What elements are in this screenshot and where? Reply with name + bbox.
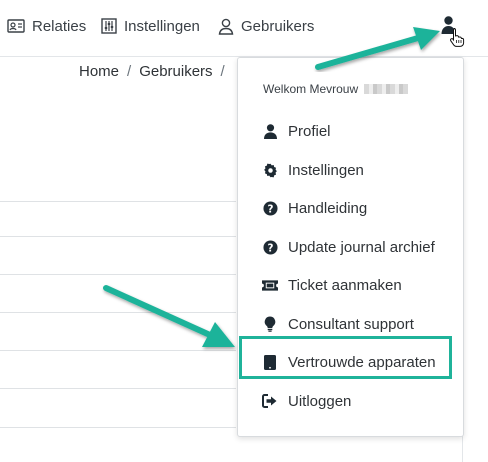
table-row-divider [0,350,236,351]
tablet-icon [262,354,278,370]
ticket-icon [262,277,278,293]
lightbulb-icon [262,316,278,332]
top-navigation: Relaties Instellingen Gebruikers [0,0,488,57]
welcome-text: Welkom Mevrouw [263,82,359,96]
nav-item-label: Relaties [32,17,87,35]
table-row-divider [0,427,236,428]
nav-item-instellingen[interactable]: Instellingen [101,14,200,38]
menu-item-label: Instellingen [288,161,364,179]
question-circle-icon: ? [262,200,278,216]
nav-item-label: Instellingen [124,17,200,35]
contact-card-icon [7,19,25,33]
table-row-divider [0,388,236,389]
breadcrumb-home[interactable]: Home [79,63,119,80]
menu-item-label: Uitloggen [288,392,352,410]
menu-item-ticket-aanmaken[interactable]: Ticket aanmaken [262,274,402,296]
user-icon [262,123,278,139]
breadcrumb: Home / Gebruikers / [79,63,225,80]
table-row-divider [0,236,236,237]
welcome-message: Welkom Mevrouw [263,82,409,96]
redacted-name [364,84,409,94]
table-row-divider [0,274,236,275]
menu-item-uitloggen[interactable]: Uitloggen [262,390,351,412]
hand-cursor-icon [450,28,465,47]
svg-text:?: ? [267,242,273,254]
breadcrumb-gebruikers[interactable]: Gebruikers [139,63,212,80]
nav-item-label: Gebruikers [241,17,315,35]
user-dropdown-menu: Welkom Mevrouw Profiel Instellingen ? Ha… [237,57,464,437]
question-circle-icon: ? [262,239,278,255]
breadcrumb-separator: / [127,63,132,80]
menu-item-handleiding[interactable]: ? Handleiding [262,197,367,219]
table-row-divider [0,201,236,202]
nav-item-relaties[interactable]: Relaties [7,14,86,38]
breadcrumb-separator: / [220,63,225,80]
menu-item-instellingen[interactable]: Instellingen [262,159,364,181]
table-area [0,104,236,462]
user-outline-icon [218,18,234,35]
menu-item-update-journal-archief[interactable]: ? Update journal archief [262,236,435,258]
nav-item-gebruikers[interactable]: Gebruikers [218,14,314,38]
menu-item-label: Ticket aanmaken [288,276,402,294]
menu-item-vertrouwde-apparaten[interactable]: Vertrouwde apparaten [262,351,436,373]
gear-icon [262,162,278,178]
sign-out-icon [262,393,278,409]
menu-item-profiel[interactable]: Profiel [262,120,331,142]
menu-item-label: Profiel [288,122,331,140]
svg-text:?: ? [267,203,273,215]
sliders-icon [101,18,117,34]
menu-item-consultant-support[interactable]: Consultant support [262,313,414,335]
menu-item-label: Update journal archief [288,238,435,256]
menu-item-label: Consultant support [288,315,414,333]
menu-item-label: Handleiding [288,199,368,217]
table-row-divider [0,312,236,313]
menu-item-label: Vertrouwde apparaten [288,353,436,371]
